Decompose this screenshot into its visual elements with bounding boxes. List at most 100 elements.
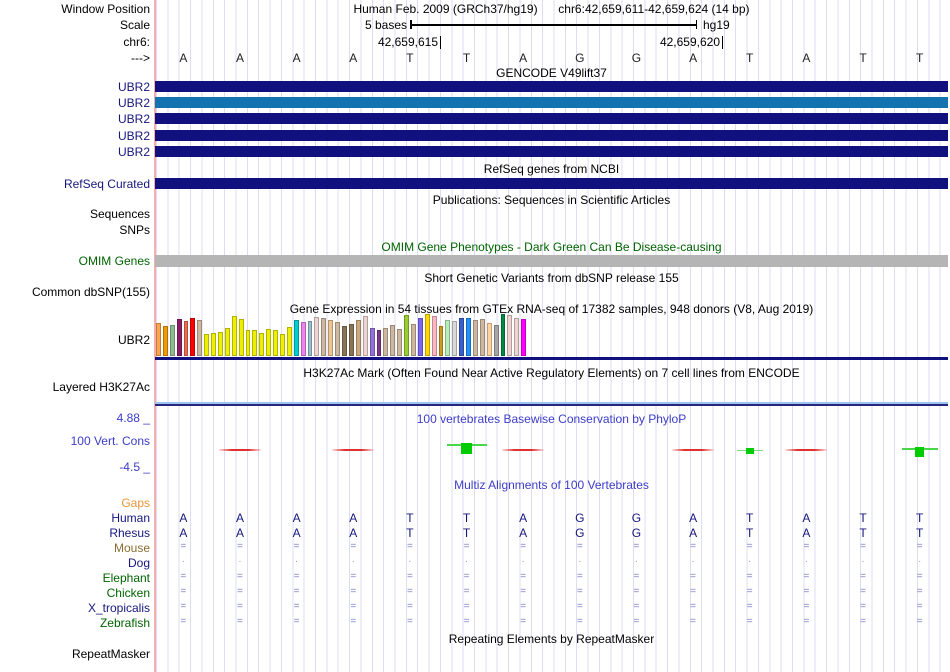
multiz-species-label-chicken[interactable]: Chicken (0, 586, 150, 600)
gtex-tissue-bar[interactable] (404, 315, 409, 356)
gencode-gene-bar[interactable] (155, 113, 948, 125)
gtex-tissue-bar[interactable] (314, 317, 320, 356)
multiz-track-title[interactable]: Multiz Alignments of 100 Vertebrates (155, 478, 948, 492)
reference-sequence-row[interactable]: AAAATTAGGATATT (155, 51, 948, 65)
gtex-tissue-bar[interactable] (514, 318, 520, 356)
multiz-alignment-row-x_tropicalis[interactable]: = = = = = = = = = = = = = = (155, 601, 948, 612)
gtex-tissue-bar[interactable] (466, 318, 471, 356)
gtex-tissue-bar[interactable] (410, 324, 416, 356)
gtex-tissue-bar[interactable] (348, 324, 354, 356)
gtex-tissue-bar[interactable] (431, 316, 437, 356)
multiz-species-label-rhesus[interactable]: Rhesus (0, 526, 150, 540)
dbsnp-label[interactable]: Common dbSNP(155) (0, 285, 150, 299)
refseq-gene-bar[interactable] (155, 178, 948, 189)
gtex-tissue-bar[interactable] (362, 316, 368, 356)
gtex-tissue-bar[interactable] (493, 325, 499, 356)
gtex-tissue-bar[interactable] (500, 314, 506, 356)
gtex-tissue-bar[interactable] (397, 329, 403, 356)
gtex-tissue-bar[interactable] (369, 328, 375, 356)
gtex-tissue-bar[interactable] (190, 318, 196, 356)
gtex-tissue-bar[interactable] (459, 318, 465, 356)
h3k27ac-signal-line-dark[interactable] (155, 403, 948, 406)
multiz-alignment-row-elephant[interactable]: = = = = = = = = = = = = = = (155, 571, 948, 582)
gencode-gene-bar[interactable] (155, 97, 948, 109)
h3k27ac-track-title[interactable]: H3K27Ac Mark (Often Found Near Active Re… (155, 366, 948, 380)
repeatmasker-label[interactable]: RepeatMasker (0, 647, 150, 661)
gtex-tissue-bar[interactable] (224, 328, 230, 356)
multiz-species-label-gaps[interactable]: Gaps (0, 496, 150, 510)
refseq-curated-label[interactable]: RefSeq Curated (0, 177, 150, 191)
gtex-tissue-bar[interactable] (355, 320, 361, 356)
publications-track-title[interactable]: Publications: Sequences in Scientific Ar… (155, 193, 948, 207)
gtex-gene-model-line[interactable] (155, 357, 948, 360)
multiz-alignment-row-zebrafish[interactable]: = = = = = = = = = = = = = = (155, 616, 948, 627)
gencode-gene-label[interactable]: UBR2 (0, 112, 150, 126)
gtex-tissue-bar[interactable] (231, 316, 237, 356)
phylop-mark-block[interactable] (745, 448, 754, 454)
multiz-species-label-x_tropicalis[interactable]: X_tropicalis (0, 601, 150, 615)
strand-arrow[interactable]: ---> (0, 51, 150, 65)
gtex-gene-label[interactable]: UBR2 (0, 333, 150, 347)
gtex-tissue-bar[interactable] (335, 322, 341, 356)
gtex-tissue-bar[interactable] (218, 332, 223, 356)
gtex-tissue-bar[interactable] (197, 320, 203, 356)
gtex-tissue-bar[interactable] (245, 330, 251, 356)
gtex-tissue-bar[interactable] (342, 326, 347, 356)
gtex-tissue-bar[interactable] (273, 330, 279, 356)
gencode-gene-label[interactable]: UBR2 (0, 80, 150, 94)
multiz-species-label-elephant[interactable]: Elephant (0, 571, 150, 585)
gtex-tissue-bar[interactable] (293, 320, 299, 356)
gtex-tissue-bar[interactable] (266, 329, 272, 356)
dbsnp-track-title[interactable]: Short Genetic Variants from dbSNP releas… (155, 271, 948, 285)
omim-gene-bar[interactable] (155, 255, 948, 267)
gtex-tissue-bar[interactable] (321, 318, 327, 356)
gencode-track-title[interactable]: GENCODE V49lift37 (155, 66, 948, 80)
gtex-tissue-bar[interactable] (376, 330, 382, 356)
gtex-tissue-bar[interactable] (286, 327, 292, 356)
publications-snps-label[interactable]: SNPs (0, 223, 150, 237)
multiz-alignment-row-dog[interactable]: · · · · · · · · · · · · · · (155, 556, 948, 567)
phylop-mark-line[interactable] (218, 449, 261, 451)
gtex-tissue-bar[interactable] (162, 326, 168, 356)
phylop-track-title[interactable]: 100 vertebrates Basewise Conservation by… (155, 412, 948, 426)
phylop-mark-line[interactable] (332, 449, 375, 451)
gtex-tissue-bar[interactable] (445, 320, 451, 356)
gtex-tissue-bar[interactable] (204, 334, 210, 356)
gtex-tissue-bar[interactable] (438, 326, 444, 356)
multiz-alignment-row-rhesus[interactable]: AAAATTAGGATATT (155, 526, 948, 540)
gtex-tissue-bar[interactable] (300, 322, 306, 356)
gtex-tissue-bar[interactable] (383, 328, 389, 356)
publications-sequences-label[interactable]: Sequences (0, 207, 150, 221)
gencode-gene-label[interactable]: UBR2 (0, 145, 150, 159)
phylop-mark-line[interactable] (502, 449, 545, 451)
gencode-gene-bar[interactable] (155, 129, 948, 141)
gtex-tissue-bar[interactable] (169, 325, 175, 356)
gtex-tissue-bar[interactable] (211, 333, 217, 356)
gtex-tissue-bar[interactable] (472, 320, 478, 356)
gtex-tissue-bar[interactable] (176, 319, 182, 356)
gencode-gene-label[interactable]: UBR2 (0, 129, 150, 143)
phylop-mark-block[interactable] (461, 443, 473, 454)
multiz-species-label-dog[interactable]: Dog (0, 556, 150, 570)
gtex-tissue-bar[interactable] (259, 333, 265, 356)
gtex-tissue-bar[interactable] (521, 319, 527, 356)
gtex-tissue-bar[interactable] (390, 325, 396, 356)
gtex-tissue-bar[interactable] (486, 323, 492, 356)
multiz-species-label-zebrafish[interactable]: Zebrafish (0, 616, 150, 630)
multiz-alignment-row-mouse[interactable]: = = = = = = = = = = = = = = (155, 541, 948, 552)
multiz-alignment-row-chicken[interactable]: = = = = = = = = = = = = = = (155, 586, 948, 597)
phylop-mark-line[interactable] (785, 449, 828, 451)
gencode-gene-bar[interactable] (155, 145, 948, 157)
gencode-gene-bar[interactable] (155, 81, 948, 92)
gtex-tissue-bar[interactable] (479, 319, 485, 356)
phylop-label[interactable]: 100 Vert. Cons (0, 434, 150, 448)
gtex-expression-bars[interactable] (156, 314, 530, 356)
refseq-track-title[interactable]: RefSeq genes from NCBI (155, 162, 948, 176)
gtex-tissue-bar[interactable] (328, 320, 334, 356)
phylop-mark-line[interactable] (672, 449, 715, 451)
gtex-tissue-bar[interactable] (307, 321, 313, 356)
gtex-tissue-bar[interactable] (417, 318, 423, 356)
gtex-tissue-bar[interactable] (452, 321, 458, 356)
gtex-track-title[interactable]: Gene Expression in 54 tissues from GTEx … (155, 302, 948, 316)
gtex-tissue-bar[interactable] (424, 314, 430, 356)
